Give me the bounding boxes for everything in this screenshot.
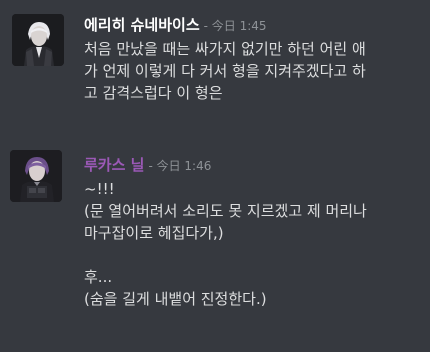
message-line: ~!!! [84, 180, 115, 198]
message-text: ~!!! (문 열어버려서 소리도 못 지르겠고 제 머리나 마구잡이로 헤집다… [84, 178, 424, 310]
message-line: 마구잡이로 헤집다가,) [84, 224, 224, 242]
message-line: (숨을 길게 내뱉어 진정한다.) [84, 290, 267, 308]
username[interactable]: 루카스 닐 [84, 156, 144, 174]
avatar-lucas[interactable] [10, 150, 62, 202]
timestamp: - 今日 1:45 [203, 19, 267, 33]
avatar-erich[interactable] [12, 14, 64, 66]
message-text: 처음 만났을 때는 싸가지 없기만 하던 어린 애 가 언제 이렇게 다 커서 … [84, 38, 424, 104]
timestamp: - 今日 1:46 [148, 159, 212, 173]
message-line: (문 열어버려서 소리도 못 지르겠고 제 머리나 [84, 202, 367, 220]
chat-log: 에리히 슈네바이스 - 今日 1:45 처음 만났을 때는 싸가지 없기만 하던 … [0, 0, 430, 352]
avatar-erich-icon [12, 14, 64, 66]
message-content-2: 루카스 닐 - 今日 1:46 ~!!! (문 열어버려서 소리도 못 지르겠고 … [84, 154, 424, 310]
message-line: 후... [84, 268, 113, 286]
message-content-1: 에리히 슈네바이스 - 今日 1:45 처음 만났을 때는 싸가지 없기만 하던 … [84, 14, 424, 104]
message-line: 처음 만났을 때는 싸가지 없기만 하던 어린 애 [84, 40, 366, 58]
username[interactable]: 에리히 슈네바이스 [84, 16, 200, 34]
avatar-lucas-icon [10, 150, 62, 202]
message-header: 에리히 슈네바이스 - 今日 1:45 [84, 14, 424, 36]
message-line: 고 감격스럽다 이 형은 [84, 84, 223, 102]
message-header: 루카스 닐 - 今日 1:46 [84, 154, 424, 176]
message-line: 가 언제 이렇게 다 커서 형을 지켜주겠다고 하 [84, 62, 366, 80]
